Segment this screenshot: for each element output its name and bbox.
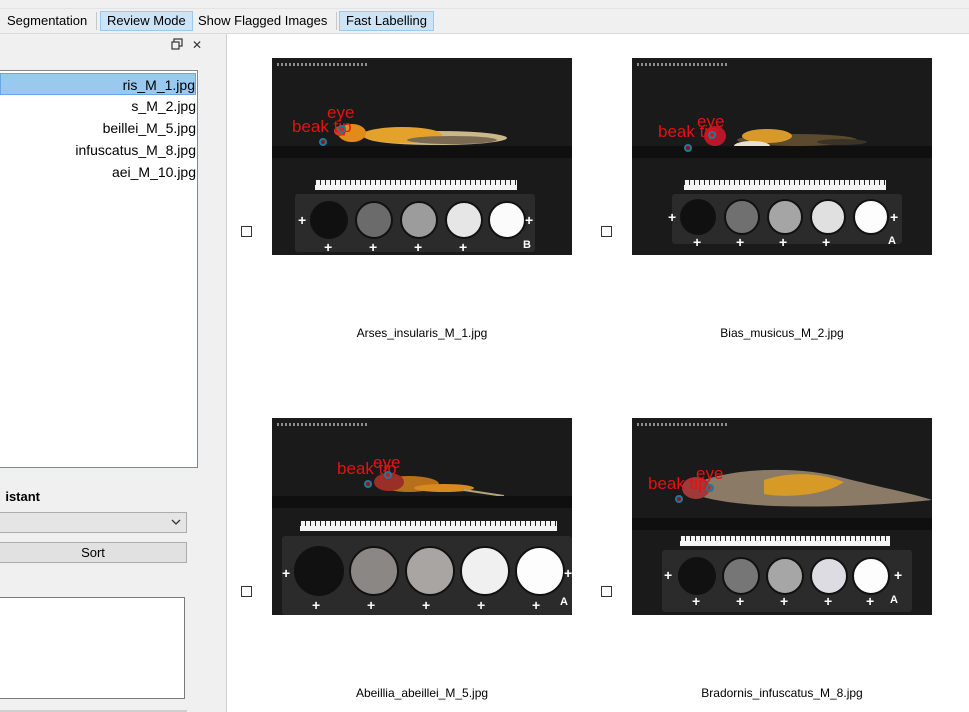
image-caption: Bradornis_infuscatus_M_8.jpg	[701, 686, 863, 700]
beak-tip-landmark-point[interactable]	[364, 480, 372, 488]
file-dock-panel: ✕ ris_M_1.jpg s_M_2.jpg beillei_M_5.jpg …	[0, 34, 215, 712]
tab-show-flagged-images[interactable]: Show Flagged Images	[192, 11, 333, 31]
specimen-thumbnail[interactable]: + + + + + + + A eye beak tip	[272, 418, 572, 615]
gallery-card: + + + + + + + A eye beak tip Bradornis_i…	[587, 394, 947, 712]
dock-float-icon[interactable]	[170, 38, 184, 52]
list-item-label: ris_M_1.jpg	[122, 77, 195, 93]
dock-splitter[interactable]	[215, 34, 227, 712]
eye-landmark-point[interactable]	[384, 471, 392, 479]
beak-tip-landmark-point[interactable]	[319, 138, 327, 146]
list-item-label: s_M_2.jpg	[131, 98, 196, 114]
list-item[interactable]: aei_M_10.jpg	[0, 161, 196, 183]
sort-button[interactable]: Sort	[0, 542, 187, 563]
image-caption: Arses_insularis_M_1.jpg	[356, 326, 488, 340]
dock-close-icon[interactable]: ✕	[190, 38, 204, 52]
specimen-thumbnail[interactable]: + + + + + + + A eye beak tip	[632, 418, 932, 615]
file-list[interactable]: ris_M_1.jpg s_M_2.jpg beillei_M_5.jpg in…	[0, 70, 198, 468]
tab-separator	[336, 12, 337, 30]
tab-review-mode[interactable]: Review Mode	[100, 11, 193, 31]
assistant-model-select[interactable]	[0, 512, 187, 533]
image-caption: Bias_musicus_M_2.jpg	[720, 326, 844, 340]
flag-checkbox[interactable]	[601, 226, 612, 237]
gallery-card: + + + + + + B eye beak tip Arses_insular…	[227, 34, 587, 354]
gallery-card: + + + + + + A eye beak tip Bias_musicus_…	[587, 34, 947, 354]
dock-title-bar: ✕	[0, 34, 215, 58]
mode-tab-bar: Segmentation Review Mode Show Flagged Im…	[0, 0, 969, 34]
list-item[interactable]: ris_M_1.jpg	[0, 73, 196, 95]
eye-landmark-point[interactable]	[706, 484, 714, 492]
tab-fast-labelling[interactable]: Fast Labelling	[339, 11, 434, 31]
flag-checkbox[interactable]	[241, 226, 252, 237]
eye-landmark-point[interactable]	[338, 125, 346, 133]
tabbar-top-divider	[0, 8, 969, 9]
list-item[interactable]: s_M_2.jpg	[0, 95, 196, 117]
gallery-card: + + + + + + + A eye beak tip Abeillia_ab…	[227, 394, 587, 712]
beak-tip-landmark-point[interactable]	[675, 495, 683, 503]
flag-checkbox[interactable]	[241, 586, 252, 597]
chevron-down-icon	[171, 519, 181, 525]
assistant-output-textbox[interactable]	[0, 597, 185, 699]
beak-tip-label: beak tip	[648, 474, 708, 493]
image-gallery: + + + + + + B eye beak tip Arses_insular…	[227, 34, 969, 712]
list-item-label: infuscatus_M_8.jpg	[75, 142, 196, 158]
assistant-section-label: istant	[5, 489, 40, 504]
eye-landmark-point[interactable]	[708, 131, 716, 139]
specimen-thumbnail[interactable]: + + + + + + A eye beak tip	[632, 58, 932, 255]
list-item-label: beillei_M_5.jpg	[102, 120, 196, 136]
specimen-thumbnail[interactable]: + + + + + + B eye beak tip	[272, 58, 572, 255]
list-item[interactable]: beillei_M_5.jpg	[0, 117, 196, 139]
flag-checkbox[interactable]	[601, 586, 612, 597]
list-item-label: aei_M_10.jpg	[111, 164, 196, 180]
beak-tip-landmark-point[interactable]	[684, 144, 692, 152]
tab-separator	[96, 12, 97, 30]
image-caption: Abeillia_abeillei_M_5.jpg	[355, 686, 489, 700]
tab-segmentation[interactable]: Segmentation	[1, 11, 93, 31]
list-item[interactable]: infuscatus_M_8.jpg	[0, 139, 196, 161]
